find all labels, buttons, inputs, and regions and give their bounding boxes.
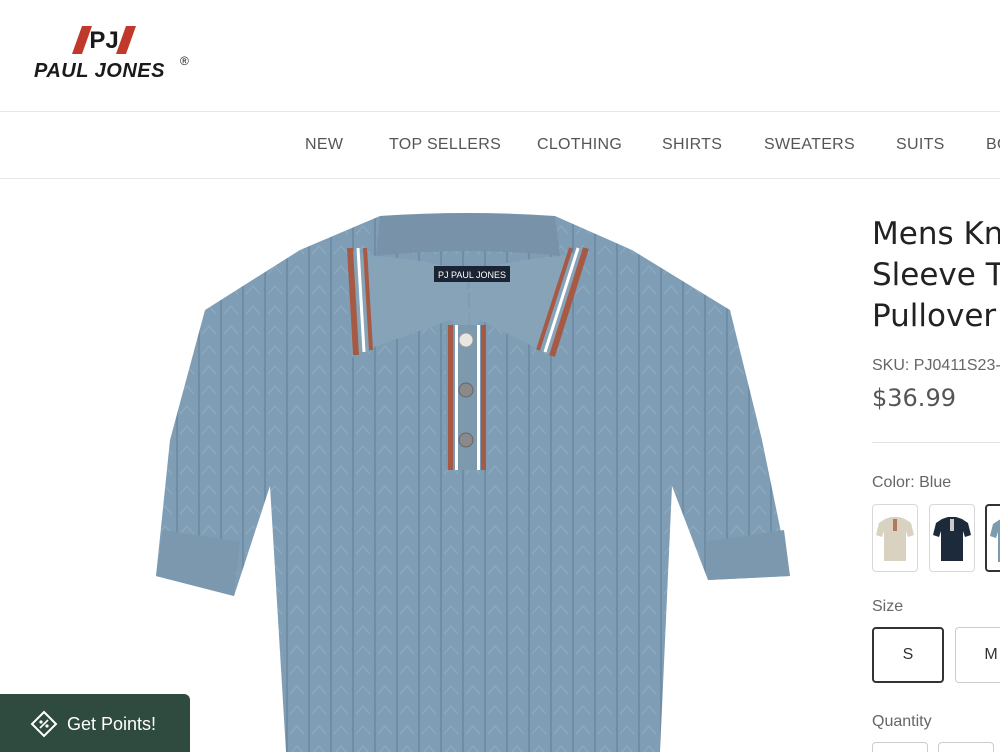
nav-item-bo[interactable]: BO xyxy=(986,136,1000,154)
get-points-button[interactable]: Get Points! xyxy=(0,694,190,752)
brand-logo[interactable]: PJ PAUL JONES ® xyxy=(30,20,200,90)
site-header: PJ PAUL JONES ® xyxy=(0,0,1000,112)
size-option-m[interactable]: M xyxy=(955,627,1000,683)
ticket-icon xyxy=(30,710,58,738)
nav-item-suits[interactable]: SUITS xyxy=(896,136,945,154)
info-divider xyxy=(872,442,1000,443)
nav-item-sweaters[interactable]: SWEATERS xyxy=(764,136,855,154)
product-price: $36.99 xyxy=(872,384,956,412)
main-navigation: NEW TOP SELLERS CLOTHING SHIRTS SWEATERS… xyxy=(0,112,1000,179)
nav-item-shirts[interactable]: SHIRTS xyxy=(662,136,722,154)
product-title: Mens Kn Sleeve T Pullover xyxy=(872,216,1000,334)
neck-label-text: PJ PAUL JONES xyxy=(438,270,506,280)
nav-item-top-sellers[interactable]: TOP SELLERS xyxy=(389,136,501,154)
product-image[interactable]: PJ PAUL JONES xyxy=(0,180,840,752)
size-option-s[interactable]: S xyxy=(872,627,944,683)
quantity-label: Quantity xyxy=(872,713,932,730)
size-label: Size xyxy=(872,598,904,615)
get-points-label: Get Points! xyxy=(67,714,157,734)
polo-shirt-illustration: PJ PAUL JONES xyxy=(156,213,790,752)
quantity-input[interactable] xyxy=(938,742,994,752)
nav-item-new[interactable]: NEW xyxy=(305,136,343,154)
color-swatch-navy[interactable] xyxy=(929,504,975,572)
brand-name: PAUL JONES xyxy=(34,60,165,82)
quantity-decrement-button[interactable] xyxy=(872,742,928,752)
color-label: Color: Blue xyxy=(872,474,952,491)
nav-item-clothing[interactable]: CLOTHING xyxy=(537,136,622,154)
svg-text:PJ: PJ xyxy=(89,27,118,54)
registered-mark: ® xyxy=(180,54,189,68)
color-swatch-blue[interactable] xyxy=(985,504,1000,572)
brand-logo-mark: PJ xyxy=(72,26,136,54)
product-sku: SKU: PJ0411S23- xyxy=(872,357,1000,374)
product-info: Mens Kn Sleeve T Pullover SKU: PJ0411S23… xyxy=(872,180,1000,752)
color-swatch-beige[interactable] xyxy=(872,504,918,572)
